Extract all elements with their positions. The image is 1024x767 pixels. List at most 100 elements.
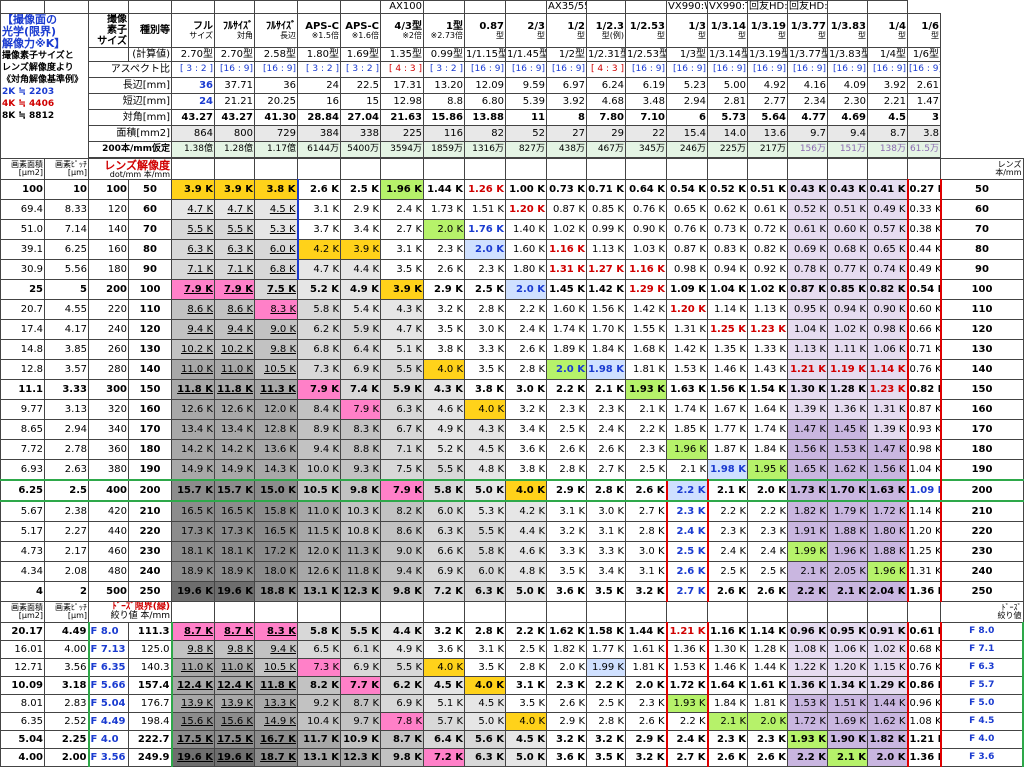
diffraction-value: 14.9 K — [254, 712, 298, 731]
long-value: 17.31 — [380, 77, 424, 94]
res-value: 7.1 K — [214, 259, 255, 280]
pixel-pitch: 3.57 — [44, 359, 89, 380]
res-value: 4.7 K — [214, 199, 255, 220]
long-value: 6.24 — [586, 77, 626, 94]
res-value: 10.8 K — [340, 521, 381, 542]
res-value: 12.6 K — [297, 561, 341, 582]
res-value: 2.3 K — [747, 521, 788, 542]
lines-per-mm: 50 — [128, 179, 172, 200]
diffraction-value: 3.1 K — [505, 676, 547, 695]
res-value: 2.7 K — [625, 500, 667, 522]
diffraction-value: 1.20 K — [827, 658, 868, 677]
res-value: 1.09 K — [666, 279, 708, 300]
top-caption — [171, 0, 215, 14]
res-value: 1.46 K — [707, 359, 748, 380]
column-name-line: 型 — [778, 30, 786, 40]
diag-value: 4.77 — [787, 109, 828, 126]
aperture-value: F 4.0 — [87, 730, 129, 749]
blank — [297, 158, 341, 180]
res-value: 0.74 K — [867, 259, 908, 280]
res-value: 2.0 K — [747, 479, 788, 502]
res-value: 1.16 K — [625, 259, 667, 280]
pixel-area: 8.65 — [0, 419, 45, 440]
table-row: 20.17 4.49 F 8.0 111.3 8.7 K 8.7 K 8.3 K 5.8 K5… — [0, 622, 1024, 641]
pixel-pitch: 6.25 — [44, 239, 89, 260]
right-lines-per-mm: 240 — [940, 561, 1024, 582]
res-value: 17.3 K — [214, 521, 255, 542]
res-value: 1.02 K — [546, 219, 587, 240]
right-lines-per-mm: 170 — [940, 419, 1024, 440]
lines-value: 222.7 — [128, 730, 173, 749]
top-caption: VX990:T — [707, 0, 748, 14]
res-value: 5.3 K — [254, 219, 299, 240]
blank — [297, 601, 341, 623]
res-value: 1.56 K — [707, 379, 748, 400]
pix-value: 467万 — [586, 141, 626, 158]
diffraction-value: 9.7 K — [340, 712, 381, 731]
diffraction-value: 1.30 K — [707, 640, 748, 659]
title-line: 撮像素子サイズと — [2, 51, 74, 61]
column-name-line: 型 — [537, 30, 545, 40]
res-value: 3.1 K — [625, 561, 667, 582]
diag-value: 5.64 — [747, 109, 788, 126]
table-row: 51.0 7.14 140 70 5.5 K 5.5 K 5.3 K 3.7 K 3.4 K 2.… — [0, 219, 1024, 240]
pixel-area: 9.77 — [0, 399, 45, 420]
res-value: 1.02 K — [827, 319, 868, 340]
diffraction-value: 13.1 K — [297, 748, 341, 767]
res-value: 4.7 K — [380, 319, 424, 340]
aspect-value: [16 : 9] — [546, 61, 587, 78]
diffraction-value: 12.3 K — [340, 748, 381, 767]
diffraction-value: 1.28 K — [747, 640, 788, 659]
pix200-label: 200本/mm仮定 — [88, 141, 172, 158]
res-value: 4.9 K — [340, 279, 381, 300]
pixel-pitch: 2.17 — [44, 541, 89, 562]
aspect-value: [16 : 9] — [827, 61, 868, 78]
res-value: 1.98 K — [586, 359, 626, 380]
res-value: 0.98 K — [666, 259, 708, 280]
diffraction-value: 3.2 K — [423, 622, 465, 641]
res-value: 2.6 K — [546, 439, 587, 460]
res-value: 2.2 K — [505, 299, 547, 320]
right-lines-per-mm: 70 — [940, 219, 1024, 240]
res-value: 6.0 K — [254, 239, 299, 260]
diffraction-value: 3.1 K — [464, 640, 506, 659]
column-name-line: サイズ — [189, 30, 213, 40]
res-value: 3.2 K — [505, 399, 547, 420]
header-label-line: [μm2] — [18, 168, 43, 177]
table-row: 4 2 500 250 19.6 K 19.6 K 18.8 K 13.1 K 12.3 K 9.… — [0, 581, 1024, 602]
diffraction-value: 3.5 K — [505, 694, 547, 713]
diffraction-value: 2.3 K — [625, 694, 667, 713]
table-row: 8.65 2.94 340 170 13.4 K 13.4 K 12.8 K 8.9 K 8.3… — [0, 419, 1024, 440]
diffraction-value: 2.6 K — [625, 712, 667, 731]
diffraction-value: 5.1 K — [423, 694, 465, 713]
table-row: 39.1 6.25 160 80 6.3 K 6.3 K 6.0 K 4.2 K 3.9 K 3.… — [0, 239, 1024, 260]
blank — [666, 158, 708, 180]
pixel-area: 11.1 — [0, 379, 45, 400]
res-value: 4.6 K — [423, 399, 465, 420]
area-value: 13.6 — [747, 125, 788, 142]
column-name-line: 1/2 — [567, 20, 585, 32]
res-value: 3.5 K — [586, 581, 626, 602]
res-value: 0.87 K — [906, 399, 942, 420]
res-value: 1.55 K — [625, 319, 667, 340]
res-value: 7.9 K — [340, 399, 381, 420]
res-value: 6.3 K — [380, 399, 424, 420]
blank — [827, 158, 868, 180]
top-caption — [88, 0, 129, 14]
pixel-pitch: 3.18 — [44, 676, 89, 695]
res-value: 12.6 K — [171, 399, 215, 420]
res-value: 1.65 K — [787, 459, 828, 481]
diffraction-value: 0.91 K — [867, 622, 908, 641]
column-sub: 0.99型 — [423, 47, 465, 62]
column-name-line: 1/2.53 — [629, 20, 665, 32]
res-value: 6.6 K — [423, 541, 465, 562]
res-value: 1.23 K — [867, 379, 908, 400]
res-value: 0.87 K — [666, 239, 708, 260]
column-sub: 1/3型 — [666, 47, 708, 62]
res-value: 2.8 K — [505, 359, 547, 380]
diffraction-value: 2.0 K — [546, 658, 587, 677]
long-value: 9.59 — [505, 77, 547, 94]
res-value: 15.0 K — [254, 479, 298, 502]
res-value: 2.9 K — [423, 279, 465, 300]
res-value: 13.4 K — [214, 419, 255, 440]
